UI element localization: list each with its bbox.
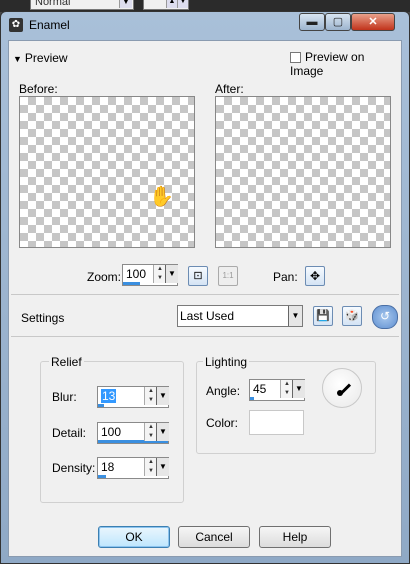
save-preset-button[interactable]: 💾	[313, 306, 333, 326]
zoom-label: Zoom:	[87, 270, 122, 284]
chevron-down-icon[interactable]: ▼	[288, 306, 302, 326]
zoom-level-bar	[123, 282, 140, 285]
hand-pan-cursor-icon: ✋	[149, 186, 174, 208]
after-label: After:	[215, 82, 244, 96]
reset-button[interactable]: ↺	[372, 305, 398, 329]
density-value[interactable]: 18	[101, 460, 114, 474]
preview-section-label: Preview	[24, 51, 68, 65]
before-label: Before:	[19, 82, 58, 96]
triangle-down-icon: ▼	[13, 54, 22, 64]
chevron-down-icon[interactable]: ▼	[165, 265, 178, 283]
zoom-value[interactable]: 100	[126, 267, 146, 281]
angle-label: Angle:	[206, 384, 241, 398]
host-spinner[interactable]: ▲ ▼	[143, 0, 189, 10]
help-button[interactable]: Help	[259, 526, 331, 548]
title-bar[interactable]: ✿ Enamel ▬ ▢ ✕	[1, 12, 409, 38]
zoom-fit-icon: ⊡	[193, 270, 203, 282]
chevron-down-icon[interactable]: ▼	[292, 380, 305, 398]
blur-level-bar	[98, 404, 104, 407]
lighting-color-swatch[interactable]	[249, 410, 304, 435]
chevron-down-icon[interactable]: ▼	[156, 387, 169, 405]
spin-arrows-icon: ▲	[166, 0, 177, 8]
divider	[11, 336, 399, 337]
density-level-bar	[98, 475, 106, 478]
cancel-button[interactable]: Cancel	[178, 526, 250, 548]
floppy-disk-icon: 💾	[316, 310, 330, 322]
app-icon: ✿	[9, 18, 23, 32]
close-button[interactable]: ✕	[351, 13, 395, 31]
preview-on-image-checkbox[interactable]: Preview on Image	[290, 50, 401, 78]
settings-label: Settings	[21, 311, 65, 325]
before-preview-pane[interactable]	[19, 96, 195, 248]
after-preview-pane	[215, 96, 391, 248]
zoom-actual-size-button[interactable]: 1:1	[218, 266, 238, 286]
lighting-group-title: Lighting	[203, 355, 250, 369]
actual-size-icon: 1:1	[222, 271, 234, 280]
host-blend-mode-dropdown[interactable]: Normal ▼	[30, 0, 134, 10]
host-blend-mode-value: Normal	[35, 0, 71, 8]
chevron-down-icon: ▼	[177, 0, 188, 8]
detail-label: Detail:	[52, 426, 87, 440]
chevron-down-icon[interactable]: ▼	[156, 423, 169, 441]
angle-dial-center-dot	[337, 390, 343, 396]
pan-label: Pan:	[273, 270, 298, 284]
window-title: Enamel	[29, 18, 70, 32]
preview-section-toggle[interactable]: ▼ Preview	[13, 51, 68, 65]
zoom-spinner[interactable]: 100 ▲ ▼ ▼	[122, 264, 178, 286]
checkbox-box[interactable]	[290, 52, 301, 63]
blur-label: Blur:	[52, 390, 77, 404]
detail-value[interactable]: 100	[101, 425, 121, 439]
chevron-down-icon: ▼	[119, 0, 132, 8]
move-arrows-icon: ✥	[309, 269, 321, 283]
preview-on-image-label: Preview on Image	[290, 50, 365, 78]
angle-dial[interactable]	[322, 368, 362, 408]
reset-arrow-icon: ↺	[379, 309, 391, 323]
angle-spinner[interactable]: 45 ▲ ▼ ▼	[249, 379, 305, 401]
minimize-button[interactable]: ▬	[299, 13, 325, 31]
color-label: Color:	[206, 416, 239, 430]
density-label: Density:	[52, 461, 96, 475]
blur-spinner[interactable]: 13 ▲ ▼ ▼	[97, 386, 169, 408]
angle-level-bar	[250, 397, 254, 400]
blur-value[interactable]: 13	[101, 389, 117, 403]
divider	[11, 294, 399, 295]
density-spinner[interactable]: 18 ▲ ▼ ▼	[97, 457, 169, 479]
chevron-down-icon[interactable]: ▼	[156, 458, 169, 476]
angle-value[interactable]: 45	[253, 382, 266, 396]
detail-spinner[interactable]: 100 ▲ ▼ ▼	[97, 422, 169, 444]
maximize-button[interactable]: ▢	[325, 13, 351, 31]
pan-button[interactable]: ✥	[305, 266, 325, 286]
dice-icon: 🎲	[345, 310, 359, 322]
relief-group-title: Relief	[49, 355, 84, 369]
ok-button[interactable]: OK	[98, 526, 170, 548]
settings-preset-dropdown[interactable]: Last Used ▼	[177, 305, 303, 327]
enamel-dialog: ✿ Enamel ▬ ▢ ✕ ▼ Preview Preview on Image…	[0, 11, 410, 564]
settings-preset-value: Last Used	[180, 309, 235, 323]
zoom-to-fit-button[interactable]: ⊡	[188, 266, 208, 286]
randomize-button[interactable]: 🎲	[342, 306, 362, 326]
dialog-client-area: ▼ Preview Preview on Image Before: After:…	[8, 40, 402, 557]
